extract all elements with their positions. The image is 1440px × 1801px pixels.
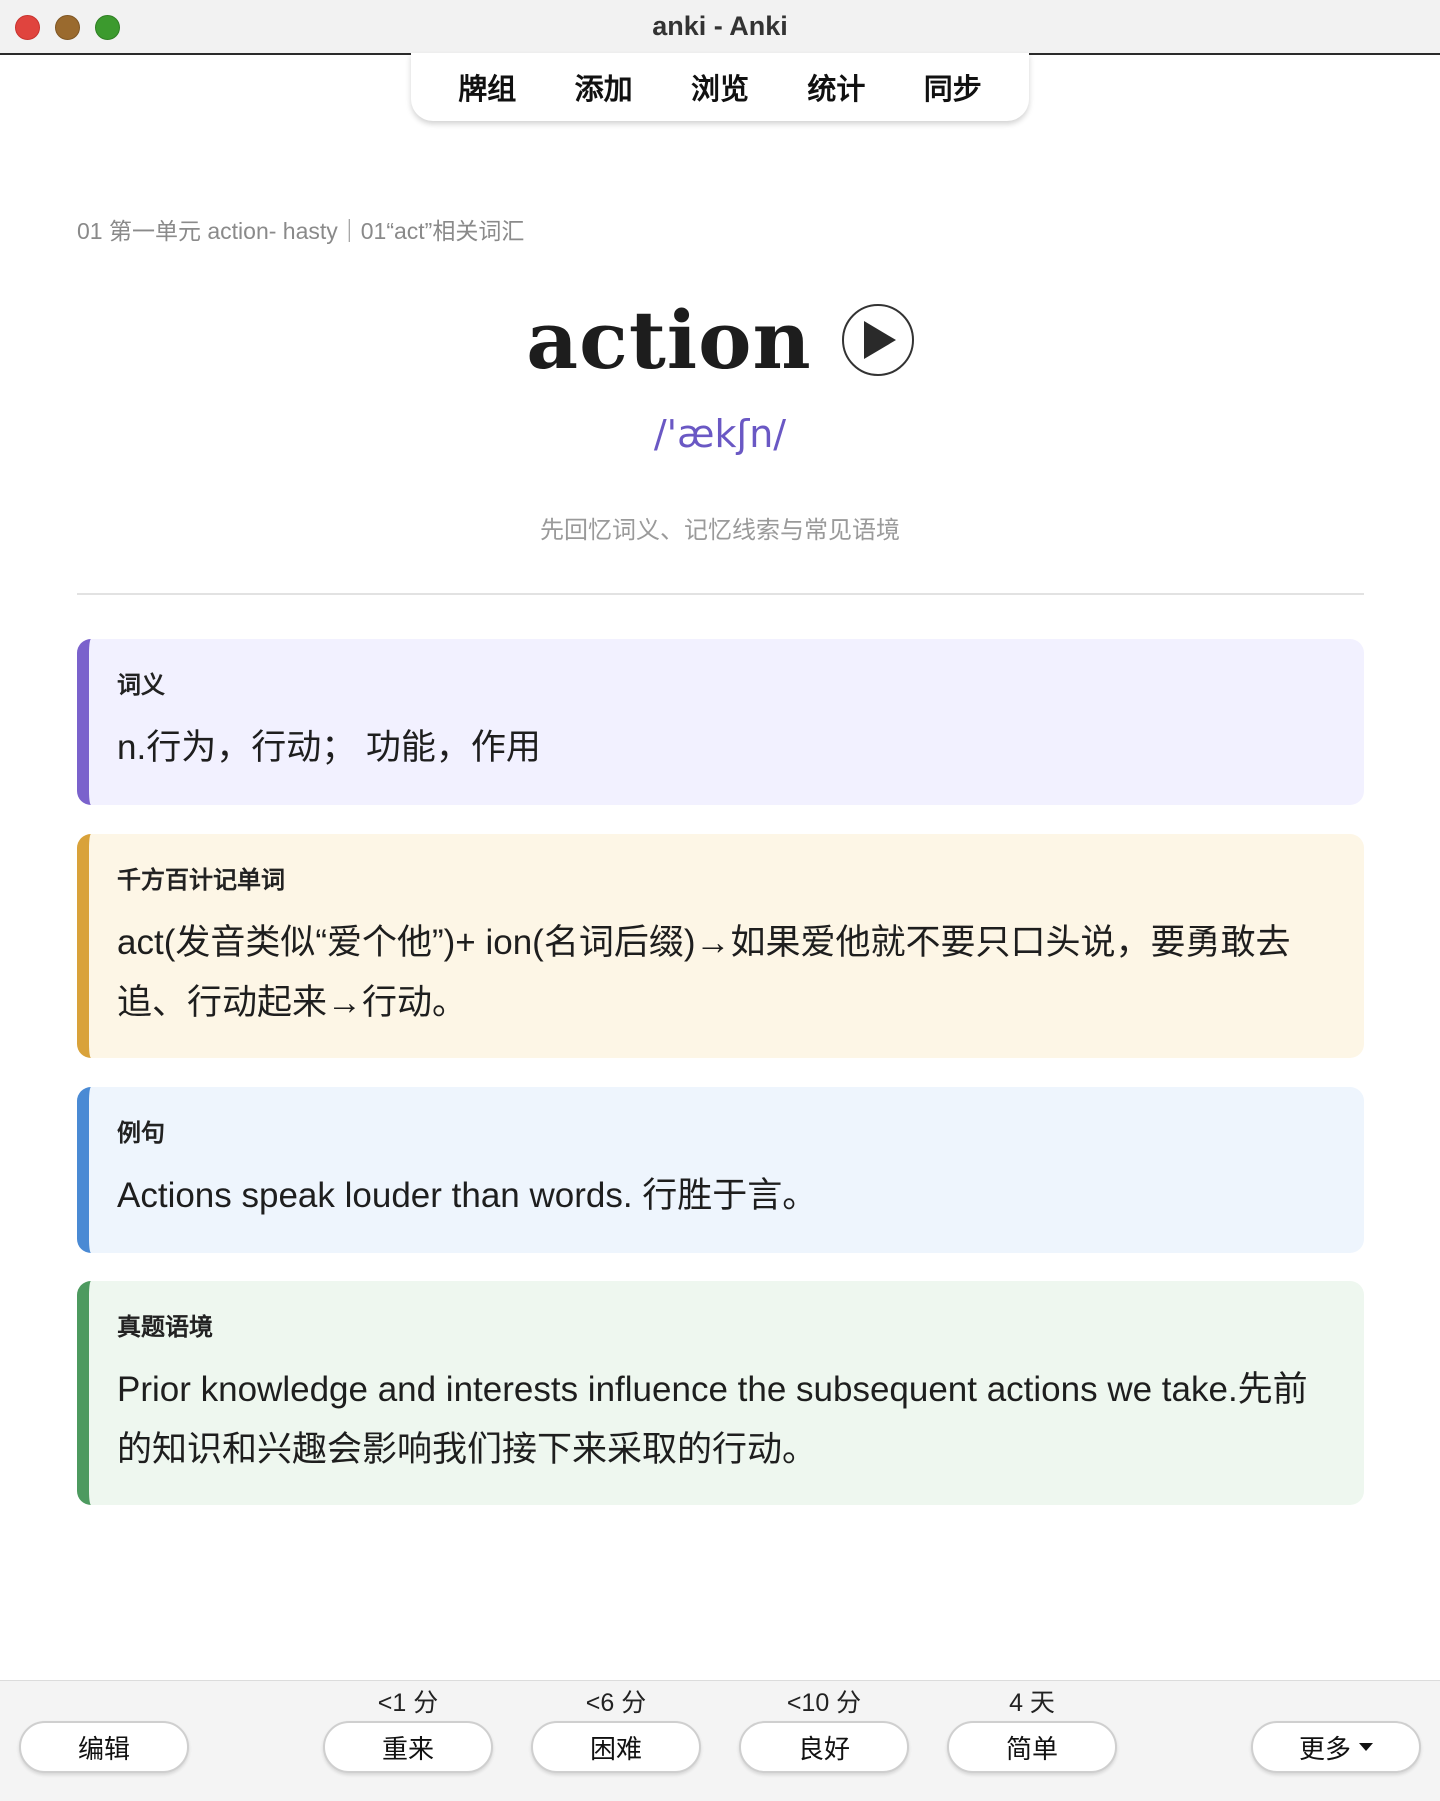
exam-context-section: 真题语境 Prior knowledge and interests influ… xyxy=(77,1281,1364,1505)
example-section: 例句 Actions speak louder than words. 行胜于言… xyxy=(77,1087,1364,1253)
play-audio-button[interactable] xyxy=(841,304,914,376)
again-button-label: 重来 xyxy=(381,1733,434,1764)
example-label: 例句 xyxy=(117,1120,165,1147)
toolbar-add[interactable]: 添加 xyxy=(575,66,633,108)
play-icon xyxy=(863,321,896,359)
exam-context-label: 真题语境 xyxy=(117,1314,213,1341)
deck-path: 01 第一单元 action- hasty｜01“act”相关词汇 xyxy=(77,218,525,244)
example-text: Actions speak louder than words. 行胜于言。 xyxy=(117,1176,818,1215)
phonetic: /'ækʃn/ xyxy=(653,412,787,456)
meaning-section: 词义 n.行为，行动； 功能，作用 xyxy=(77,639,1364,805)
hard-button-label: 困难 xyxy=(589,1733,642,1764)
title-bar: anki - Anki xyxy=(0,0,1440,55)
memory-tip-label: 千方百计记单词 xyxy=(117,867,285,894)
easy-interval: 4 天 xyxy=(1009,1689,1055,1717)
easy-button-label: 简单 xyxy=(1005,1733,1058,1764)
more-button-label: 更多 xyxy=(1298,1733,1351,1764)
meaning-text: n.行为，行动； 功能，作用 xyxy=(117,728,541,767)
hard-button[interactable]: 困难 xyxy=(531,1721,701,1773)
meaning-label: 词义 xyxy=(117,672,165,699)
toolbar-decks[interactable]: 牌组 xyxy=(458,66,516,108)
more-button[interactable]: 更多 xyxy=(1251,1721,1421,1773)
recall-hint: 先回忆词义、记忆线索与常见语境 xyxy=(540,517,900,544)
toolbar-stats[interactable]: 统计 xyxy=(807,66,865,108)
good-button[interactable]: 良好 xyxy=(739,1721,909,1773)
again-button[interactable]: 重来 xyxy=(323,1721,493,1773)
again-interval: <1 分 xyxy=(377,1689,439,1717)
toolbar-sync[interactable]: 同步 xyxy=(924,66,982,108)
answer-bar xyxy=(0,1680,1440,1801)
easy-button[interactable]: 简单 xyxy=(947,1721,1117,1773)
main-toolbar: 牌组 添加 浏览 统计 同步 xyxy=(411,53,1029,121)
divider xyxy=(77,593,1364,595)
edit-button[interactable]: 编辑 xyxy=(19,1721,189,1773)
memory-tip-section: 千方百计记单词 act(发音类似“爱个他”)+ ion(名词后缀)→如果爱他就不… xyxy=(77,834,1364,1058)
exam-context-text: Prior knowledge and interests influence … xyxy=(117,1370,1308,1469)
toolbar-browse[interactable]: 浏览 xyxy=(691,66,749,108)
card-word: action xyxy=(526,293,812,387)
edit-button-label: 编辑 xyxy=(77,1733,130,1764)
memory-tip-text: act(发音类似“爱个他”)+ ion(名词后缀)→如果爱他就不要只口头说，要勇… xyxy=(117,923,1291,1022)
word-row: action xyxy=(0,280,1440,400)
hard-interval: <6 分 xyxy=(585,1689,647,1717)
window-title: anki - Anki xyxy=(652,11,788,41)
good-button-label: 良好 xyxy=(797,1733,850,1764)
good-interval: <10 分 xyxy=(786,1689,862,1717)
chevron-down-icon xyxy=(1359,1743,1373,1751)
